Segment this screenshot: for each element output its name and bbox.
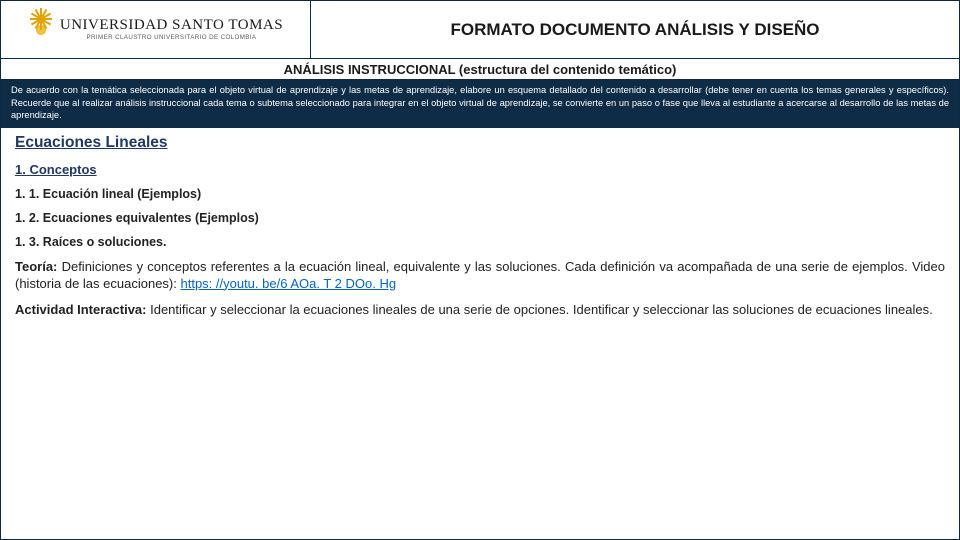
logo-text: UNIVERSIDAD SANTO TOMAS PRIMER CLAUSTRO … bbox=[60, 18, 283, 41]
logo-main: UNIVERSIDAD SANTO TOMAS bbox=[60, 18, 283, 33]
activity-body: Identificar y seleccionar la ecuaciones … bbox=[147, 302, 933, 317]
section-title: ANÁLISIS INSTRUCCIONAL (estructura del c… bbox=[1, 59, 959, 80]
item-1-2: 1. 2. Ecuaciones equivalentes (Ejemplos) bbox=[15, 211, 945, 225]
activity-lead: Actividad Interactiva: bbox=[15, 302, 147, 317]
theory-body: Definiciones y conceptos referentes a la… bbox=[15, 259, 945, 291]
theory-paragraph: Teoría: Definiciones y conceptos referen… bbox=[15, 259, 945, 293]
doc-title: FORMATO DOCUMENTO ANÁLISIS Y DISEÑO bbox=[311, 1, 959, 58]
theory-lead: Teoría: bbox=[15, 259, 57, 274]
item-1-3: 1. 3. Raíces o soluciones. bbox=[15, 235, 945, 249]
logo-sub: PRIMER CLAUSTRO UNIVERSITARIO DE COLOMBI… bbox=[60, 35, 283, 41]
doc-header: UNIVERSIDAD SANTO TOMAS PRIMER CLAUSTRO … bbox=[1, 1, 959, 59]
document-page: UNIVERSIDAD SANTO TOMAS PRIMER CLAUSTRO … bbox=[0, 0, 960, 540]
logo-cell: UNIVERSIDAD SANTO TOMAS PRIMER CLAUSTRO … bbox=[1, 1, 311, 58]
item-1-1: 1. 1. Ecuación lineal (Ejemplos) bbox=[15, 187, 945, 201]
topic-heading: Ecuaciones Lineales bbox=[15, 134, 945, 152]
section-instructions: De acuerdo con la temática seleccionada … bbox=[1, 80, 959, 128]
content-area: Ecuaciones Lineales 1. Conceptos 1. 1. E… bbox=[1, 128, 959, 539]
activity-paragraph: Actividad Interactiva: Identificar y sel… bbox=[15, 302, 945, 319]
video-link[interactable]: https: //youtu. be/6 AOa. T 2 DOo. Hg bbox=[180, 276, 396, 291]
heading-conceptos: 1. Conceptos bbox=[15, 162, 945, 177]
sun-icon bbox=[28, 17, 54, 43]
